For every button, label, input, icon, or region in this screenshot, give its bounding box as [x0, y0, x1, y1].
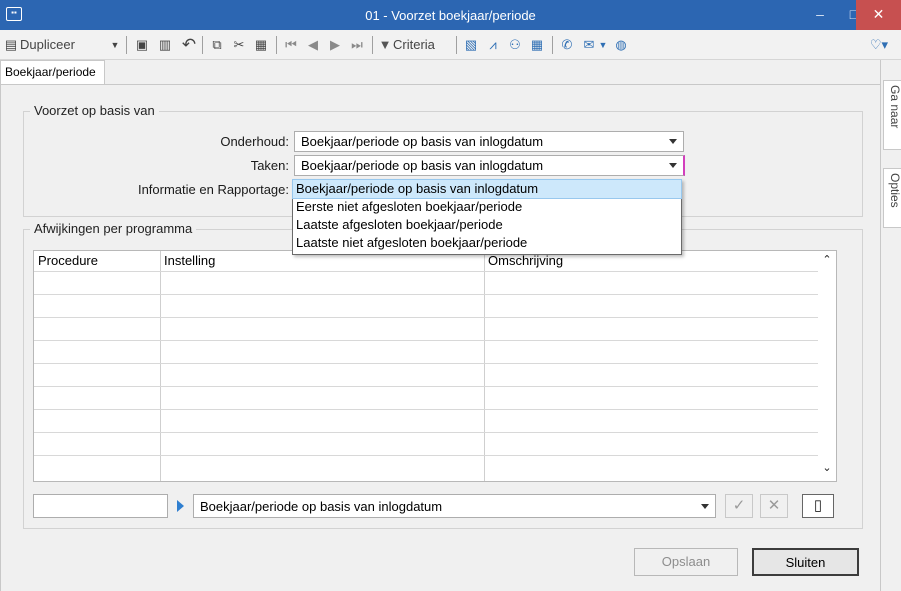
toolbar-separator	[552, 36, 553, 54]
table-row[interactable]	[34, 455, 820, 456]
close-icon: ✕	[767, 497, 781, 514]
cut-icon[interactable]: ✂	[230, 36, 248, 54]
last-record-icon[interactable]: ⏭	[350, 36, 364, 54]
table-row[interactable]	[34, 340, 820, 341]
toolbar-separator	[276, 36, 277, 54]
new-button[interactable]: ▯	[802, 494, 834, 518]
onderhoud-value: Boekjaar/periode op basis van inlogdatum	[301, 134, 544, 149]
chevron-down-icon	[669, 139, 677, 144]
excel-icon[interactable]: ▧	[462, 36, 480, 54]
criteria-button[interactable]: Criteria	[393, 36, 451, 54]
filter-icon[interactable]: ▼	[378, 36, 392, 54]
copy-icon[interactable]: ⧉	[208, 36, 226, 54]
taken-label: Taken:	[250, 158, 289, 173]
table-row[interactable]	[34, 363, 820, 364]
toolbar-separator	[372, 36, 373, 54]
side-tab-ga-naar[interactable]: Ga naar	[883, 80, 901, 150]
table-row[interactable]	[34, 317, 820, 318]
afwijkingen-table[interactable]: Procedure Instelling Omschrijving ⌃ ⌄	[33, 250, 837, 482]
current-row-arrow-icon	[177, 500, 184, 512]
table-row[interactable]	[34, 432, 820, 433]
favorites-icon[interactable]: ♡▾	[866, 36, 892, 54]
window-title: 01 - Voorzet boekjaar/periode	[365, 8, 536, 23]
table-row[interactable]	[34, 409, 820, 410]
phone-icon[interactable]: ✆	[558, 36, 576, 54]
first-record-icon[interactable]: ⏮	[284, 36, 298, 54]
grid-icon[interactable]: ▦	[528, 36, 546, 54]
column-header-procedure[interactable]: Procedure	[34, 251, 160, 271]
dropdown-option[interactable]: Eerste niet afgesloten boekjaar/periode	[293, 198, 681, 216]
close-window-button[interactable]: ✕	[856, 0, 901, 30]
title-bar: ▪▪ 01 - Voorzet boekjaar/periode – □ ✕	[0, 0, 901, 30]
new-document-icon: ▯	[813, 497, 823, 514]
toolbar-separator	[202, 36, 203, 54]
document-icon[interactable]: ▤	[4, 36, 18, 54]
chart-icon[interactable]: ⩘	[484, 36, 502, 54]
taken-value: Boekjaar/periode op basis van inlogdatum	[301, 158, 544, 173]
toolbar: ▤ Dupliceer ▼ ▣ ▥ ↶ ⧉ ✂ ▦ ⏮ ◀ ▶ ⏭ ▼ Crit…	[0, 30, 901, 60]
onderhoud-select[interactable]: Boekjaar/periode op basis van inlogdatum	[294, 131, 684, 152]
instelling-select[interactable]: Boekjaar/periode op basis van inlogdatum	[193, 494, 716, 518]
side-panel: Ga naar Opties	[880, 60, 901, 591]
checkmark-icon: ✓	[732, 497, 746, 514]
side-tab-opties[interactable]: Opties	[883, 168, 901, 228]
instelling-value: Boekjaar/periode op basis van inlogdatum	[200, 499, 443, 514]
close-button[interactable]: Sluiten	[752, 548, 859, 576]
scroll-down-icon[interactable]: ⌄	[822, 463, 832, 474]
dropdown-list[interactable]: Boekjaar/periode op basis van inlogdatum…	[292, 179, 682, 255]
procedure-input[interactable]	[33, 494, 168, 518]
duplicate-dropdown-icon[interactable]: ▼	[110, 36, 120, 54]
globe-icon[interactable]: ◍	[612, 36, 630, 54]
chevron-down-icon	[701, 504, 709, 509]
mail-dropdown-icon[interactable]: ▼	[598, 36, 608, 54]
table-row[interactable]	[34, 294, 820, 295]
informatie-rapportage-label: Informatie en Rapportage:	[137, 182, 289, 197]
taken-select[interactable]: Boekjaar/periode op basis van inlogdatum	[294, 155, 685, 176]
voorzet-legend: Voorzet op basis van	[30, 103, 159, 118]
table-row[interactable]	[34, 271, 820, 272]
onderhoud-label: Onderhoud:	[220, 134, 289, 149]
cancel-edit-button[interactable]: ✕	[760, 494, 788, 518]
chevron-down-icon	[669, 163, 677, 168]
minimize-button[interactable]: –	[803, 0, 837, 30]
confirm-button[interactable]: ✓	[725, 494, 753, 518]
duplicate-button[interactable]: Dupliceer	[20, 36, 94, 54]
afwijkingen-legend: Afwijkingen per programma	[30, 221, 197, 236]
dropdown-option[interactable]: Boekjaar/periode op basis van inlogdatum	[292, 179, 682, 199]
next-record-icon[interactable]: ▶	[328, 36, 342, 54]
table-row[interactable]	[34, 386, 820, 387]
table-scrollbar[interactable]: ⌃ ⌄	[818, 251, 836, 481]
save-icon[interactable]: ▣	[133, 36, 151, 54]
undo-icon[interactable]: ↶	[180, 36, 198, 54]
paste-icon[interactable]: ▦	[252, 36, 270, 54]
scroll-up-icon[interactable]: ⌃	[822, 255, 832, 266]
tab-strip: Boekjaar/periode	[0, 60, 880, 84]
dropdown-option[interactable]: Laatste niet afgesloten boekjaar/periode	[293, 234, 681, 252]
tab-boekjaar-periode[interactable]: Boekjaar/periode	[0, 60, 105, 84]
binoculars-icon[interactable]: ⚇	[506, 36, 524, 54]
dropdown-option[interactable]: Laatste afgesloten boekjaar/periode	[293, 216, 681, 234]
mail-icon[interactable]: ✉	[580, 36, 598, 54]
previous-record-icon[interactable]: ◀	[306, 36, 320, 54]
toolbar-separator	[456, 36, 457, 54]
toolbar-separator	[126, 36, 127, 54]
save-button[interactable]: Opslaan	[634, 548, 738, 576]
column-divider	[160, 251, 161, 481]
column-divider	[484, 251, 485, 481]
delete-icon[interactable]: ▥	[157, 36, 173, 54]
